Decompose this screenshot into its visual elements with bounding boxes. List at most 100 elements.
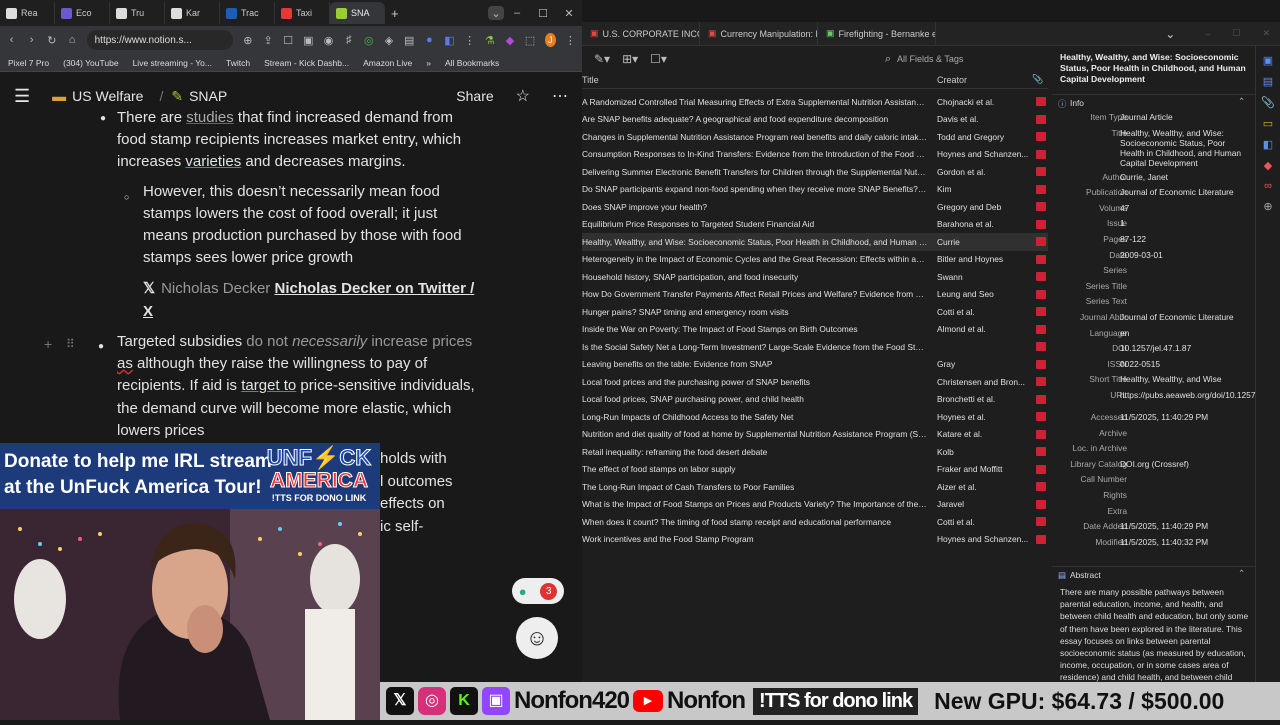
- title-column-header[interactable]: Title: [582, 75, 599, 85]
- field-value[interactable]: Healthy, Wealthy, and Wise: Socioeconomi…: [1120, 128, 1250, 168]
- item-row[interactable]: Are SNAP benefits adequate? A geographic…: [582, 111, 1048, 129]
- zotero-tab[interactable]: ▣ U.S. CORPORATE INCOI: [582, 21, 700, 46]
- item-row[interactable]: The effect of food stamps on labor suppl…: [582, 461, 1048, 479]
- field-value[interactable]: 47: [1120, 203, 1250, 213]
- pdf-attachment-icon[interactable]: [1036, 237, 1046, 247]
- item-row[interactable]: Do SNAP participants expand non-food spe…: [582, 181, 1048, 199]
- bookmark-item[interactable]: Twitch: [226, 58, 250, 68]
- minimize-icon[interactable]: –: [504, 6, 530, 20]
- pdf-attachment-icon[interactable]: [1036, 499, 1046, 509]
- abstract-nav-icon[interactable]: ▤: [1256, 75, 1280, 88]
- pdf-attachment-icon[interactable]: [1036, 324, 1046, 334]
- favorite-star-icon[interactable]: ☆: [516, 86, 530, 106]
- item-row[interactable]: A Randomized Controlled Trial Measuring …: [582, 93, 1048, 111]
- pdf-attachment-icon[interactable]: [1036, 254, 1046, 264]
- extension-icon[interactable]: ●: [424, 33, 435, 47]
- zotero-tab[interactable]: ▣ Firefighting - Bernanke et: [818, 21, 936, 46]
- breadcrumb-item[interactable]: SNAP: [189, 88, 227, 104]
- tags-nav-icon[interactable]: ◆: [1256, 159, 1280, 172]
- field-value[interactable]: Journal of Economic Literature: [1120, 312, 1250, 322]
- pdf-attachment-icon[interactable]: [1036, 517, 1046, 527]
- field-value[interactable]: https://pubs.aeaweb.org/doi/10.1257/jel.…: [1120, 390, 1280, 400]
- item-row[interactable]: What is the Impact of Food Stamps on Pri…: [582, 496, 1048, 514]
- collapse-icon[interactable]: ⌃: [1238, 96, 1245, 106]
- browser-tab[interactable]: Taxi: [275, 2, 330, 24]
- info-nav-icon[interactable]: ▣: [1256, 54, 1280, 67]
- item-row[interactable]: Healthy, Wealthy, and Wise: Socioeconomi…: [582, 233, 1048, 251]
- drag-handle-icon[interactable]: ⠿: [66, 333, 75, 356]
- bookmark-item[interactable]: Pixel 7 Pro: [8, 58, 49, 68]
- bookmark-item[interactable]: Live streaming - Yo...: [133, 58, 212, 68]
- item-row[interactable]: Long-Run Impacts of Childhood Access to …: [582, 408, 1048, 426]
- item-row[interactable]: Equilibrium Price Responses to Targeted …: [582, 216, 1048, 234]
- close-icon[interactable]: ✕: [1262, 28, 1270, 39]
- pdf-attachment-icon[interactable]: [1036, 132, 1046, 142]
- field-value[interactable]: 0022-0515: [1120, 359, 1250, 369]
- pdf-attachment-icon[interactable]: [1036, 447, 1046, 457]
- pdf-attachment-icon[interactable]: [1036, 359, 1046, 369]
- menu-icon[interactable]: ⋮: [565, 33, 576, 47]
- new-tab-button[interactable]: +: [385, 2, 407, 24]
- browser-tab[interactable]: Kar: [165, 2, 220, 24]
- pdf-attachment-icon[interactable]: [1036, 184, 1046, 194]
- pdf-attachment-icon[interactable]: [1036, 429, 1046, 439]
- item-row[interactable]: Retail inequality: reframing the food de…: [582, 443, 1048, 461]
- attachments-nav-icon[interactable]: 📎: [1256, 96, 1280, 109]
- share-page-icon[interactable]: ⇪: [262, 33, 273, 47]
- browser-tab[interactable]: Rea: [0, 2, 55, 24]
- item-row[interactable]: Leaving benefits on the table: Evidence …: [582, 356, 1048, 374]
- extension-icon[interactable]: ⋮: [464, 33, 475, 47]
- pdf-attachment-icon[interactable]: [1036, 167, 1046, 177]
- related-nav-icon[interactable]: ∞: [1256, 180, 1280, 192]
- new-item-icon[interactable]: ✎▾: [594, 52, 610, 66]
- field-value[interactable]: DOI.org (Crossref): [1120, 459, 1250, 469]
- item-row[interactable]: Hunger pains? SNAP timing and emergency …: [582, 303, 1048, 321]
- extension-icon[interactable]: ◧: [444, 33, 455, 47]
- tab-search-icon[interactable]: ⌄: [488, 6, 504, 20]
- tabs-dropdown-icon[interactable]: ⌄: [1165, 27, 1175, 41]
- extension-icon[interactable]: ⊕: [242, 33, 253, 47]
- abstract-section-header[interactable]: ▤ Abstract ⌃: [1052, 566, 1255, 580]
- extension-icon[interactable]: ◆: [504, 33, 515, 47]
- pdf-attachment-icon[interactable]: [1036, 219, 1046, 229]
- pdf-attachment-icon[interactable]: [1036, 114, 1046, 124]
- item-row[interactable]: When does it count? The timing of food s…: [582, 513, 1048, 531]
- breadcrumb-item[interactable]: US Welfare: [72, 88, 143, 104]
- field-value[interactable]: 11/5/2025, 11:40:32 PM: [1120, 537, 1250, 547]
- item-row[interactable]: Inside the War on Poverty: The Impact of…: [582, 321, 1048, 339]
- extension-icon[interactable]: ⚗: [484, 33, 495, 47]
- browser-tab[interactable]: Trac: [220, 2, 275, 24]
- info-section-header[interactable]: ⓘ Info ⌃: [1052, 94, 1255, 109]
- field-value[interactable]: 11/5/2025, 11:40:29 PM: [1120, 412, 1250, 422]
- bookmarks-overflow-button[interactable]: »: [426, 58, 431, 68]
- studies-link[interactable]: studies: [186, 109, 234, 126]
- bookmark-item[interactable]: Amazon Live: [363, 58, 412, 68]
- browser-tab[interactable]: Eco: [55, 2, 110, 24]
- notes-nav-icon[interactable]: ▭: [1256, 117, 1280, 130]
- libraries-nav-icon[interactable]: ◧: [1256, 138, 1280, 151]
- notification-widget[interactable]: ● 3: [512, 578, 564, 604]
- add-block-icon[interactable]: +: [44, 333, 52, 356]
- extension-icon[interactable]: ◎: [363, 33, 374, 47]
- field-value[interactable]: 11/5/2025, 11:40:29 PM: [1120, 521, 1250, 531]
- maximize-icon[interactable]: ☐: [1232, 28, 1240, 39]
- maximize-icon[interactable]: ☐: [530, 6, 556, 20]
- field-value[interactable]: 10.1257/jel.47.1.87: [1120, 343, 1250, 353]
- back-icon[interactable]: ‹: [6, 33, 17, 47]
- collapse-icon[interactable]: ⌃: [1238, 568, 1245, 578]
- attach-icon[interactable]: ⊞▾: [622, 52, 638, 66]
- zotero-tab[interactable]: ▣ Currency Manipulation: Re: [700, 21, 818, 46]
- browser-tab-active[interactable]: SNA: [330, 2, 385, 24]
- pdf-attachment-icon[interactable]: [1036, 149, 1046, 159]
- field-value[interactable]: Journal of Economic Literature: [1120, 187, 1250, 197]
- mention-title[interactable]: Nicholas Decker on Twitter /: [274, 280, 474, 297]
- field-value[interactable]: 1: [1120, 218, 1250, 228]
- extension-icon[interactable]: ▤: [404, 33, 415, 47]
- pdf-attachment-icon[interactable]: [1036, 412, 1046, 422]
- item-row[interactable]: Does SNAP improve your health? Gregory an…: [582, 198, 1048, 216]
- extension-icon[interactable]: ◈: [383, 33, 394, 47]
- locate-nav-icon[interactable]: ⊕: [1256, 200, 1280, 213]
- item-row[interactable]: Nutrition and diet quality of food at ho…: [582, 426, 1048, 444]
- field-value[interactable]: 2009-03-01: [1120, 250, 1250, 260]
- item-row[interactable]: Local food prices and the purchasing pow…: [582, 373, 1048, 391]
